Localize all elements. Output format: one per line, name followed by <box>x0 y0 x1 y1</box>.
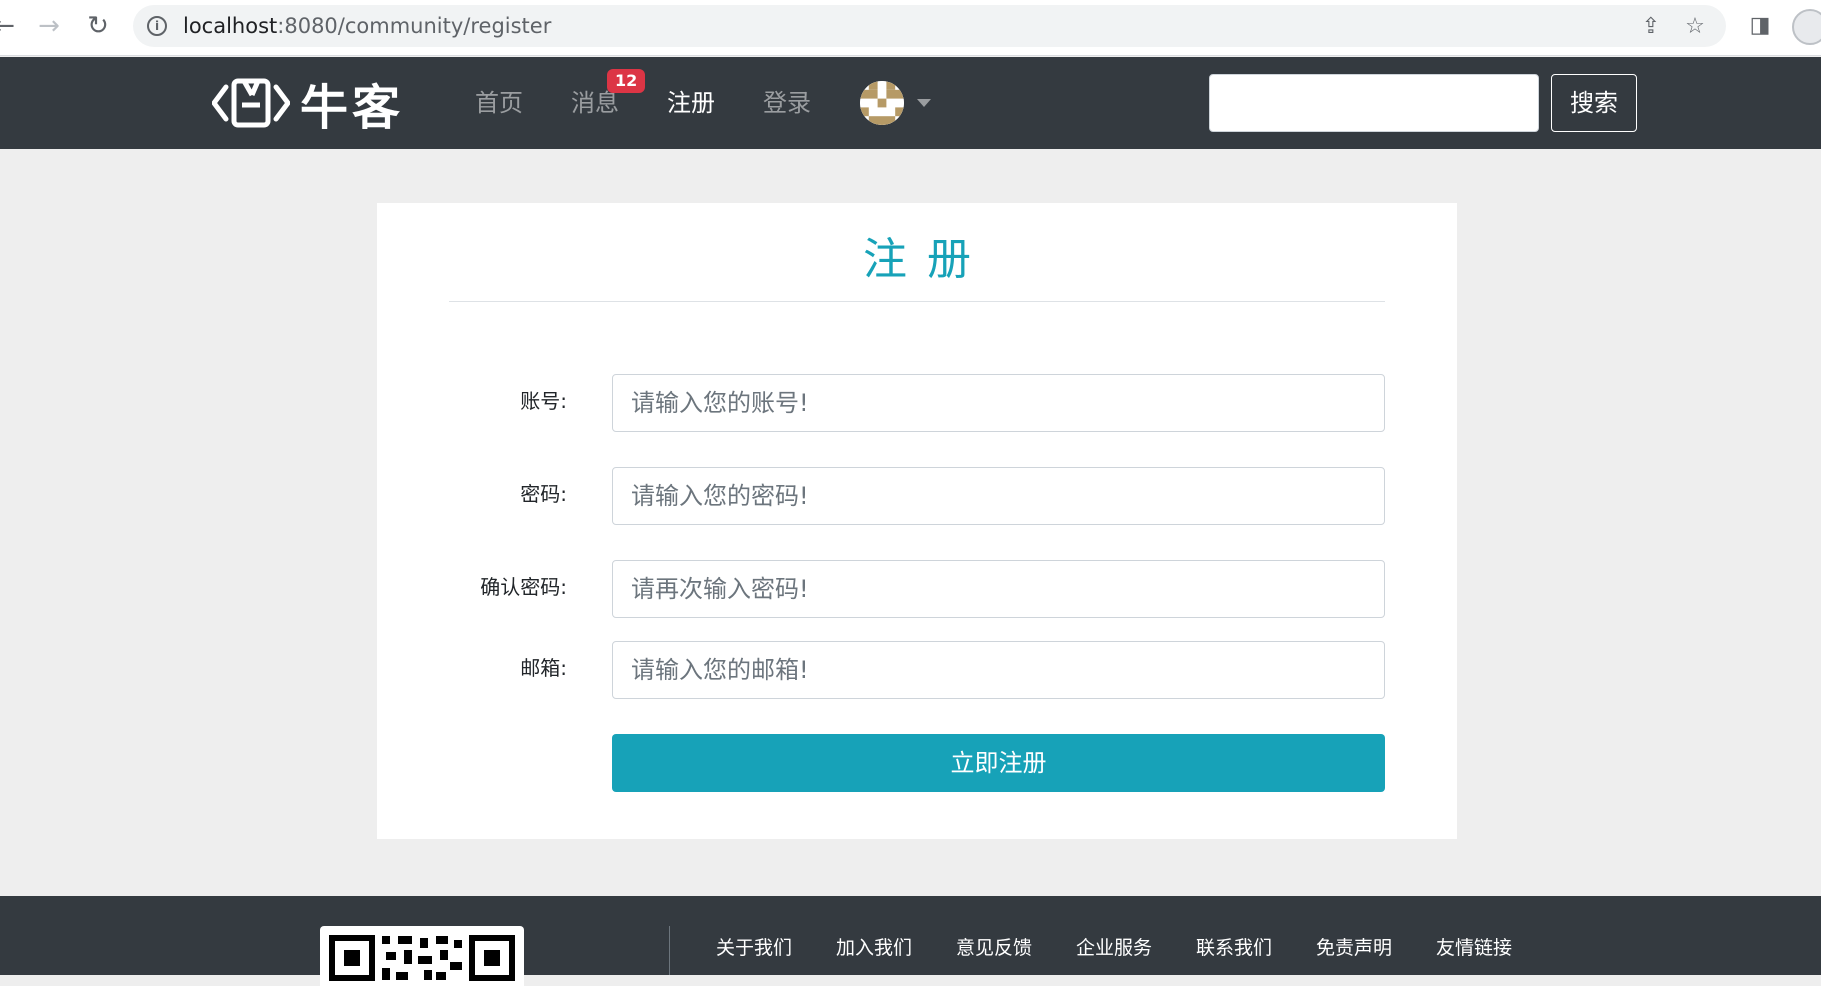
user-avatar[interactable] <box>860 81 904 125</box>
footer-link-about[interactable]: 关于我们 <box>716 936 792 960</box>
site-footer: 关于我们 加入我们 意见反馈 企业服务 联系我们 免责声明 友情链接 <box>0 896 1821 986</box>
register-card: 注册 账号: 密码: 确认密码: 邮箱: 立即注册 <box>377 203 1457 839</box>
password-input[interactable] <box>612 467 1385 525</box>
nav-home[interactable]: 首页 <box>475 85 523 121</box>
username-label: 账号: <box>520 389 567 413</box>
url-text[interactable]: localhost:8080/community/register <box>183 5 551 47</box>
footer-link-enterprise[interactable]: 企业服务 <box>1076 936 1152 960</box>
register-submit-button[interactable]: 立即注册 <box>612 734 1385 792</box>
forward-icon[interactable]: → <box>31 8 67 44</box>
side-panel-icon[interactable]: ◨ <box>1742 8 1778 44</box>
nav-register[interactable]: 注册 <box>667 85 715 121</box>
user-menu-caret-icon[interactable] <box>917 99 931 107</box>
share-icon[interactable]: ⇪ <box>1637 13 1665 41</box>
confirm-password-row: 确认密码: <box>377 560 1457 618</box>
back-icon[interactable]: ← <box>0 8 22 44</box>
email-input[interactable] <box>612 641 1385 699</box>
bookmark-star-icon[interactable]: ☆ <box>1681 13 1709 41</box>
reload-icon[interactable]: ↻ <box>80 8 116 44</box>
email-row: 邮箱: <box>377 641 1457 699</box>
footer-link-contact[interactable]: 联系我们 <box>1196 936 1272 960</box>
browser-toolbar: ← → ↻ i localhost:8080/community/registe… <box>0 0 1821 56</box>
address-bar[interactable]: i localhost:8080/community/register ⇪ ☆ <box>133 5 1726 47</box>
search-button[interactable]: 搜索 <box>1551 74 1637 132</box>
logo-mark-icon <box>212 78 290 128</box>
browser-profile-icon[interactable] <box>1792 9 1821 45</box>
footer-link-feedback[interactable]: 意见反馈 <box>956 936 1032 960</box>
confirm-password-input[interactable] <box>612 560 1385 618</box>
footer-divider <box>669 926 670 975</box>
footer-link-friends[interactable]: 友情链接 <box>1436 936 1512 960</box>
nav-login[interactable]: 登录 <box>763 85 811 121</box>
search-input[interactable] <box>1209 74 1539 132</box>
message-count-badge: 12 <box>607 69 646 93</box>
password-label: 密码: <box>520 482 567 506</box>
qr-code-icon <box>329 935 515 981</box>
footer-link-disclaimer[interactable]: 免责声明 <box>1316 936 1392 960</box>
username-input[interactable] <box>612 374 1385 432</box>
site-info-icon[interactable]: i <box>147 16 167 36</box>
email-label: 邮箱: <box>520 656 567 680</box>
confirm-password-label: 确认密码: <box>480 575 567 599</box>
logo-text: 牛客 <box>300 80 405 136</box>
page-title: 注册 <box>863 234 991 285</box>
avatar-pattern-icon <box>860 81 904 125</box>
title-divider <box>449 301 1385 302</box>
site-header: 牛客 首页 消息 12 注册 登录 搜索 <box>0 57 1821 149</box>
footer-link-join[interactable]: 加入我们 <box>836 936 912 960</box>
url-path: :8080/community/register <box>277 14 552 38</box>
qr-code <box>320 926 524 986</box>
username-row: 账号: <box>377 374 1457 432</box>
site-logo[interactable]: 牛客 <box>212 75 404 136</box>
url-host: localhost <box>183 14 278 38</box>
password-row: 密码: <box>377 467 1457 525</box>
